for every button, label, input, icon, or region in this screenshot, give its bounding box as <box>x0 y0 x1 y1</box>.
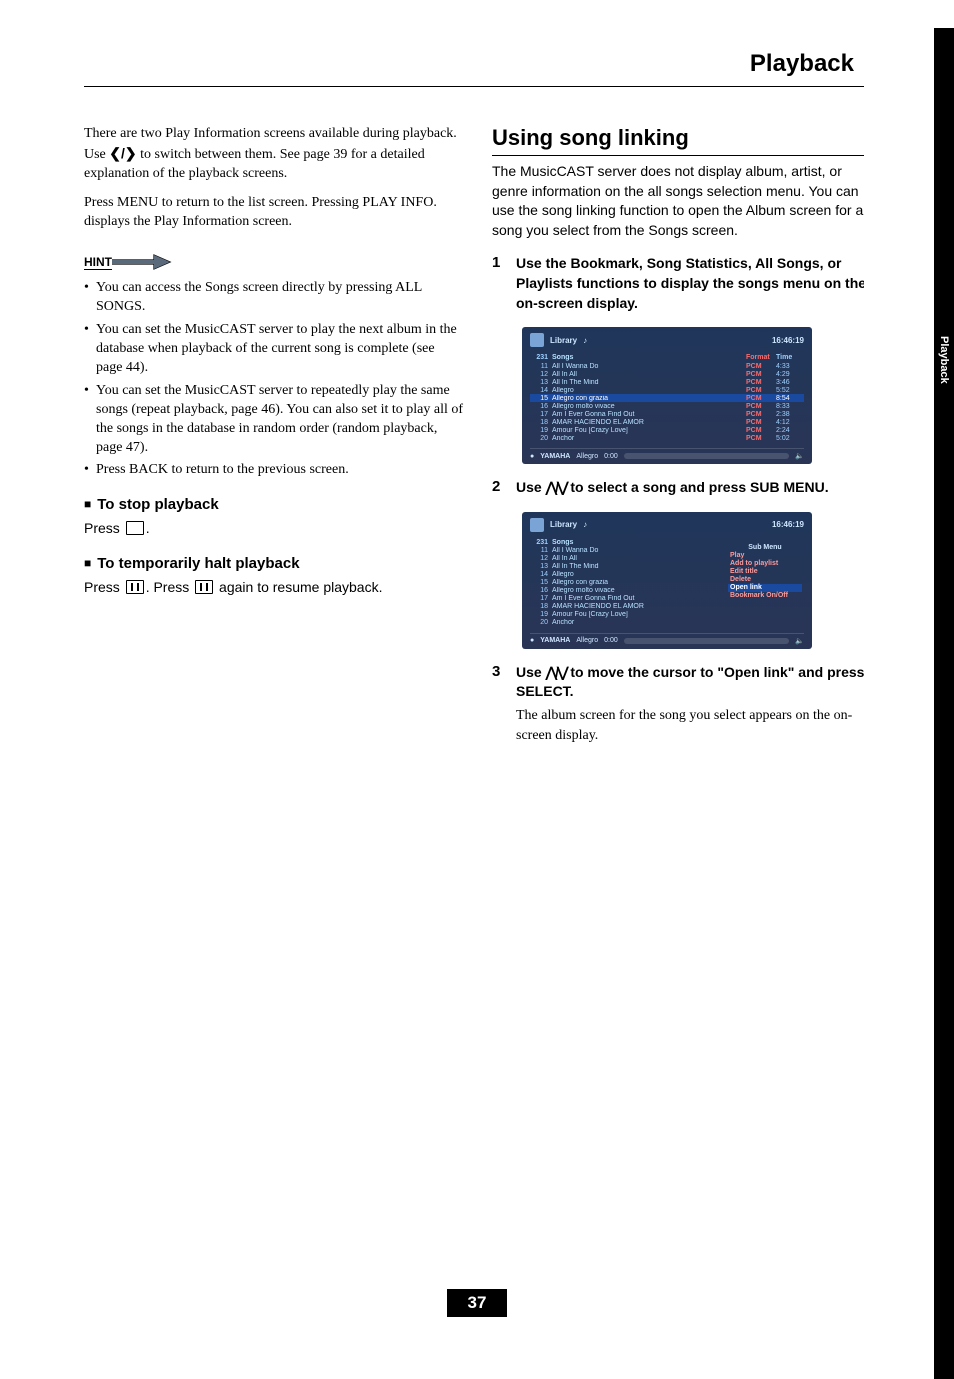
black-square-icon: ■ <box>84 556 91 570</box>
osd-breadcrumb: Library <box>550 336 577 345</box>
subhead-stop-playback: ■ To stop playback <box>84 496 464 513</box>
osd-clock: 16:46:19 <box>772 336 804 345</box>
submenu-item: Edit title <box>728 568 802 576</box>
osd-head-songs: Songs <box>552 354 746 361</box>
osd-footer-brand: YAMAHA <box>540 637 570 644</box>
halt-text-b: . Press <box>146 579 193 595</box>
hint-item: You can set the MusicCAST server to play… <box>84 321 464 378</box>
submenu-head: Sub Menu <box>728 544 802 552</box>
osd-footer-track: Allegro <box>576 453 598 460</box>
osd-song-row: 19Amour Fou [Crazy Love]PCM2:24 <box>530 426 804 434</box>
pause-button-icon <box>126 580 144 594</box>
step3-sub: The album screen for the song you select… <box>516 706 872 745</box>
submenu-item: Add to playlist <box>728 560 802 568</box>
page-number: 37 <box>447 1289 507 1317</box>
step2-text-b: to select a song and press SUB MENU. <box>566 479 828 495</box>
osd-song-row: 19Amour Fou [Crazy Love] <box>530 611 804 619</box>
osd-head-time: Time <box>776 354 804 361</box>
osd-song-row: 16Allegro molto vivacePCM8:33 <box>530 402 804 410</box>
note-icon: ♪ <box>583 520 587 529</box>
osd-breadcrumb: Library <box>550 520 577 529</box>
subhead-halt-text: To temporarily halt playback <box>97 555 299 572</box>
osd-column-headers: 231 Songs Format Time <box>530 353 804 362</box>
subhead-stop-text: To stop playback <box>97 496 218 513</box>
black-square-icon: ■ <box>84 497 91 511</box>
hint-label-text: HINT <box>84 255 112 270</box>
hint-label: HINT <box>84 253 464 271</box>
hint-item: You can set the MusicCAST server to repe… <box>84 382 464 458</box>
section-title: Using song linking <box>492 125 872 156</box>
step-text: Use ⋀/⋁ to select a song and press SUB M… <box>516 478 872 498</box>
submenu-item: Play <box>728 552 802 560</box>
osd-footer: ●YAMAHA Allegro 0:00 🔈 <box>530 448 804 460</box>
pause-button-icon <box>195 580 213 594</box>
halt-text-a: Press <box>84 579 124 595</box>
submenu-item: Open link <box>728 584 802 592</box>
section-intro: The MusicCAST server does not display al… <box>492 162 872 240</box>
step2-text-a: Use <box>516 479 546 495</box>
up-down-arrows-icon: ⋀/⋁ <box>546 479 567 495</box>
step-text: Use ⋀/⋁ to move the cursor to "Open link… <box>516 663 872 745</box>
osd-logo-icon <box>530 518 544 532</box>
step-number: 3 <box>492 663 506 745</box>
osd-progress-bar <box>624 638 790 644</box>
submenu-item: Delete <box>728 576 802 584</box>
osd-song-row: 13All In The MindPCM3:46 <box>530 378 804 386</box>
submenu-item: Bookmark On/Off <box>728 592 802 600</box>
osd-submenu: Sub Menu PlayAdd to playlistEdit titleDe… <box>728 544 802 600</box>
step-2: 2 Use ⋀/⋁ to select a song and press SUB… <box>492 478 872 498</box>
hints-list: You can access the Songs screen directly… <box>84 279 464 480</box>
osd-clock: 16:46:19 <box>772 520 804 529</box>
osd-head-format: Format <box>746 354 776 361</box>
osd-screenshot-1: Library♪ 16:46:19 231 Songs Format Time … <box>522 327 812 464</box>
osd-screenshot-2: Library♪ 16:46:19 231 Songs 11All I Wann… <box>522 512 812 649</box>
subhead-halt-playback: ■ To temporarily halt playback <box>84 555 464 572</box>
osd-footer-brand: YAMAHA <box>540 453 570 460</box>
stop-button-icon <box>126 521 144 535</box>
step3-text-a: Use <box>516 664 546 680</box>
osd-song-row: 18AMAR HACIENDO EL AMOR <box>530 603 804 611</box>
osd-song-row: 14AllegroPCM5:52 <box>530 386 804 394</box>
step-number: 1 <box>492 254 506 313</box>
stop-playback-instruction: Press . <box>84 519 464 539</box>
osd-song-row: 18AMAR HACIENDO EL AMORPCM4:12 <box>530 418 804 426</box>
hint-arrow-icon <box>112 253 172 271</box>
up-down-arrows-icon: ⋀/⋁ <box>546 664 567 680</box>
osd-song-row: 12All In AllPCM4:29 <box>530 370 804 378</box>
osd-footer-track: Allegro <box>576 637 598 644</box>
stop-text-b: . <box>146 520 150 536</box>
halt-playback-instruction: Press . Press again to resume playback. <box>84 578 464 598</box>
chapter-tab: Playback <box>934 315 954 405</box>
osd-head-songs: Songs <box>552 539 746 546</box>
osd-song-row: 15Allegro con graziaPCM8:54 <box>530 394 804 402</box>
step-3: 3 Use ⋀/⋁ to move the cursor to "Open li… <box>492 663 872 745</box>
left-right-arrows-icon: ❮/❯ <box>109 145 136 161</box>
osd-footer-time: 0:00 <box>604 637 618 644</box>
osd-song-row: 11All I Wanna DoPCM4:33 <box>530 362 804 370</box>
osd-song-row: 20Anchor <box>530 619 804 627</box>
osd-count: 231 <box>530 354 552 361</box>
stop-text-a: Press <box>84 520 124 536</box>
page-header: Playback <box>84 50 894 87</box>
note-icon: ♪ <box>583 336 587 345</box>
speaker-icon: 🔈 <box>795 637 804 645</box>
step-1: 1 Use the Bookmark, Song Statistics, All… <box>492 254 872 313</box>
step-text: Use the Bookmark, Song Statistics, All S… <box>516 254 872 313</box>
osd-progress-bar <box>624 453 790 459</box>
step3-text-b: to move the cursor to "Open link" and pr… <box>516 664 864 700</box>
hint-item: You can access the Songs screen directly… <box>84 279 464 317</box>
osd-footer: ●YAMAHA Allegro 0:00 🔈 <box>530 633 804 645</box>
intro-paragraph-1: There are two Play Information screens a… <box>84 125 464 184</box>
osd-song-row: 17Am I Ever Gonna Find OutPCM2:38 <box>530 410 804 418</box>
halt-text-c: again to resume playback. <box>215 579 382 595</box>
osd-footer-time: 0:00 <box>604 453 618 460</box>
osd-song-row: 20AnchorPCM5:02 <box>530 434 804 442</box>
speaker-icon: 🔈 <box>795 452 804 460</box>
osd-count: 231 <box>530 539 552 546</box>
osd-logo-icon <box>530 333 544 347</box>
intro-paragraph-2: Press MENU to return to the list screen.… <box>84 194 464 232</box>
hint-item: Press BACK to return to the previous scr… <box>84 461 464 480</box>
step-number: 2 <box>492 478 506 498</box>
